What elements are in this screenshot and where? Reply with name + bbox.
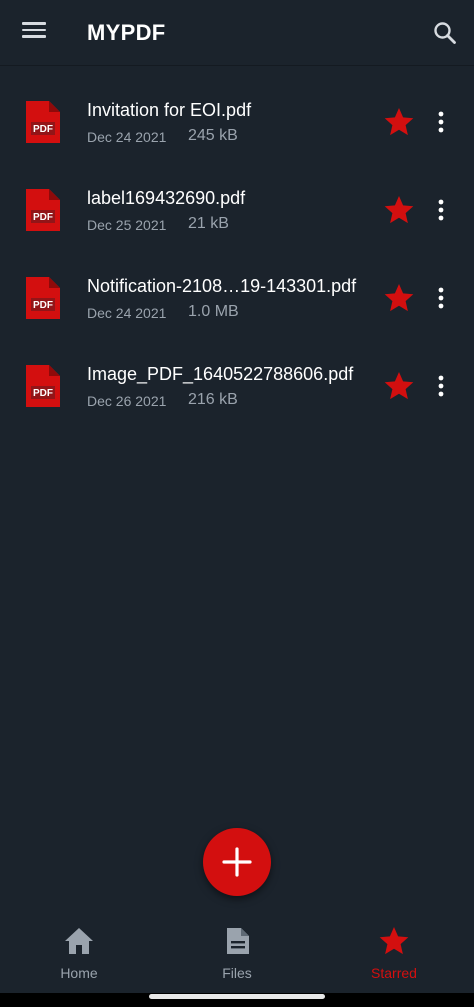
- home-icon: [65, 928, 93, 954]
- file-name: Notification-2108…19-143301.pdf: [87, 276, 357, 296]
- file-size: 216 kB: [188, 391, 238, 408]
- more-vert-icon[interactable]: [430, 110, 452, 134]
- pdf-file-icon: PDF: [23, 187, 63, 233]
- search-icon[interactable]: [430, 18, 460, 48]
- gesture-handle[interactable]: [149, 994, 325, 999]
- pdf-file-icon: PDF: [23, 363, 63, 409]
- file-size: 1.0 MB: [188, 303, 239, 320]
- file-name: label169432690.pdf: [87, 188, 246, 208]
- file-row[interactable]: PDF Image_PDF_1640522788606.pdf Dec 26 2…: [0, 342, 474, 430]
- file-row[interactable]: PDF Invitation for EOI.pdf Dec 24 2021 2…: [0, 78, 474, 166]
- more-vert-icon[interactable]: [430, 374, 452, 398]
- more-vert-icon[interactable]: [430, 286, 452, 310]
- pdf-file-icon: PDF: [23, 275, 63, 321]
- star-icon[interactable]: [383, 282, 415, 314]
- file-name: Invitation for EOI.pdf: [87, 100, 252, 120]
- app-title-suffix: PDF: [120, 20, 166, 45]
- star-icon[interactable]: [383, 370, 415, 402]
- app-title: MYPDF: [87, 20, 166, 46]
- nav-starred[interactable]: Starred: [334, 913, 454, 993]
- file-date: Dec 25 2021: [87, 217, 167, 233]
- document-icon: [227, 928, 249, 954]
- file-row[interactable]: PDF Notification-2108…19-143301.pdf Dec …: [0, 254, 474, 342]
- nav-starred-label: Starred: [371, 965, 417, 981]
- nav-home-label: Home: [60, 965, 98, 981]
- file-date: Dec 24 2021: [87, 305, 167, 321]
- file-date: Dec 24 2021: [87, 129, 167, 145]
- pdf-badge-text: PDF: [33, 300, 53, 311]
- more-vert-icon[interactable]: [430, 198, 452, 222]
- pdf-badge-text: PDF: [33, 124, 53, 135]
- file-row[interactable]: PDF label169432690.pdf Dec 25 2021 21 kB: [0, 166, 474, 254]
- system-gesture-area: [0, 993, 474, 1007]
- file-size: 245 kB: [188, 127, 238, 144]
- pdf-badge-text: PDF: [33, 212, 53, 223]
- file-date: Dec 26 2021: [87, 393, 167, 409]
- nav-files[interactable]: Files: [177, 913, 297, 993]
- nav-home[interactable]: Home: [19, 913, 139, 993]
- star-icon: [379, 927, 409, 955]
- star-icon[interactable]: [383, 194, 415, 226]
- add-file-button[interactable]: [203, 828, 271, 896]
- top-app-bar: MYPDF: [0, 0, 474, 66]
- pdf-badge-text: PDF: [33, 388, 53, 399]
- menu-icon[interactable]: [18, 18, 50, 46]
- file-name: Image_PDF_1640522788606.pdf: [87, 364, 354, 384]
- star-icon[interactable]: [383, 106, 415, 138]
- bottom-navigation: Home Files Starred: [0, 913, 474, 993]
- pdf-file-icon: PDF: [23, 99, 63, 145]
- starred-file-list: PDF Invitation for EOI.pdf Dec 24 2021 2…: [0, 78, 474, 430]
- plus-icon: [222, 847, 252, 877]
- nav-files-label: Files: [222, 965, 252, 981]
- app-title-prefix: MY: [87, 20, 121, 45]
- file-size: 21 kB: [188, 215, 229, 232]
